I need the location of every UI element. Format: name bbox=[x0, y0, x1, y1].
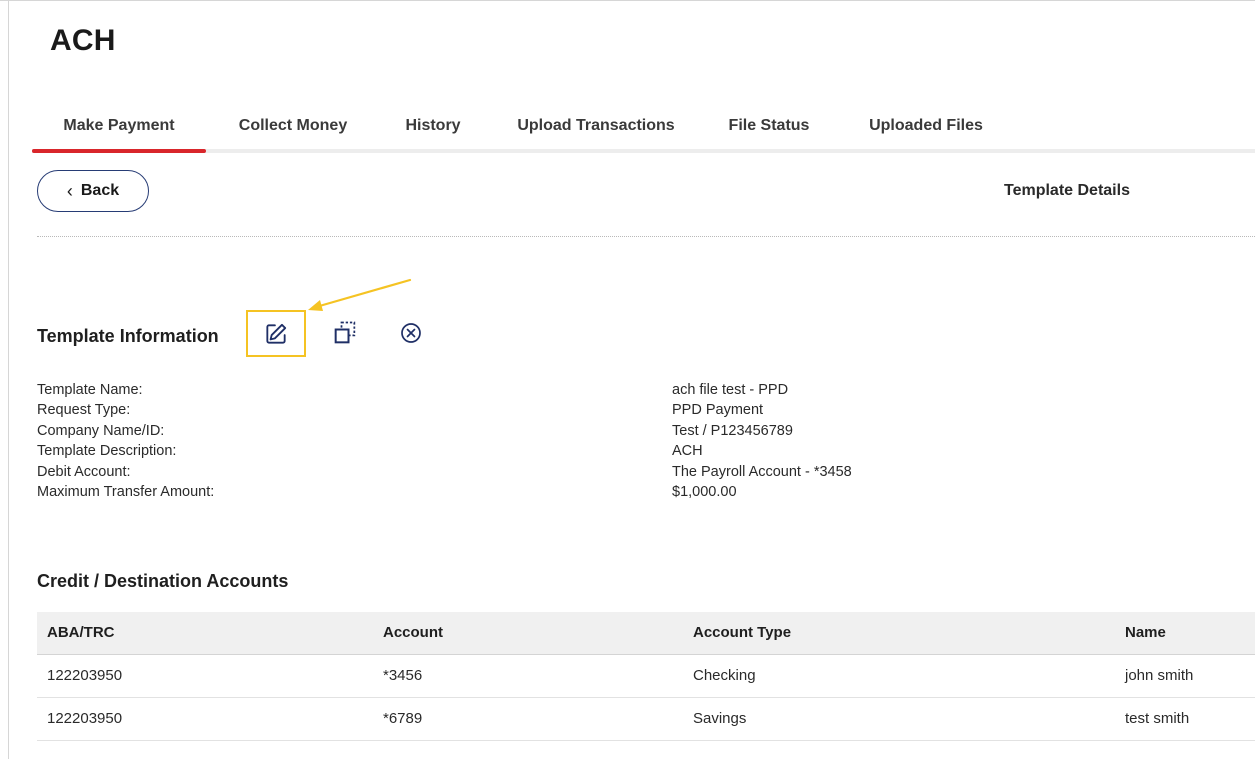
tab-uploaded-files[interactable]: Uploaded Files bbox=[856, 108, 996, 148]
field-value: The Payroll Account - *3458 bbox=[672, 463, 852, 480]
destination-accounts-table: ABA/TRC Account Account Type Name 122203… bbox=[37, 612, 1255, 741]
back-button-label: Back bbox=[80, 182, 120, 199]
tab-rail bbox=[32, 149, 1255, 153]
field-value: ACH bbox=[672, 443, 703, 460]
table-header: ABA/TRC Account Account Type Name bbox=[37, 612, 1255, 655]
info-row: Request Type: PPD Payment bbox=[37, 402, 1137, 422]
cell-name: test smith bbox=[1125, 710, 1190, 727]
copy-template-button[interactable] bbox=[328, 316, 362, 350]
field-label: Company Name/ID: bbox=[37, 422, 165, 439]
info-row: Maximum Transfer Amount: $1,000.00 bbox=[37, 484, 1137, 504]
active-tab-indicator bbox=[32, 149, 206, 153]
annotation-arrow bbox=[308, 278, 412, 311]
tab-upload-transactions[interactable]: Upload Transactions bbox=[506, 108, 686, 148]
section-divider bbox=[37, 236, 1255, 237]
column-header-name: Name bbox=[1125, 624, 1166, 641]
field-label: Debit Account: bbox=[37, 463, 131, 480]
cell-account-type: Checking bbox=[693, 667, 756, 684]
page-title: ACH bbox=[50, 24, 116, 57]
cell-account: *6789 bbox=[383, 710, 423, 727]
template-details-label: Template Details bbox=[1004, 182, 1130, 199]
field-label: Request Type: bbox=[37, 402, 131, 419]
info-row: Template Description: ACH bbox=[37, 443, 1137, 463]
chevron-left-icon: ‹ bbox=[66, 181, 73, 201]
tab-file-status[interactable]: File Status bbox=[714, 108, 824, 148]
column-header-account: Account bbox=[383, 624, 443, 641]
template-information-title: Template Information bbox=[37, 326, 219, 346]
tab-make-payment[interactable]: Make Payment bbox=[32, 108, 206, 148]
field-label: Template Name: bbox=[37, 382, 143, 398]
cell-aba: 122203950 bbox=[47, 667, 123, 684]
destination-accounts-title: Credit / Destination Accounts bbox=[37, 571, 289, 591]
info-row: Template Name: ach file test - PPD bbox=[37, 382, 1137, 402]
field-value: $1,000.00 bbox=[672, 483, 737, 500]
cell-aba: 122203950 bbox=[47, 710, 123, 727]
tab-collect-money[interactable]: Collect Money bbox=[222, 108, 364, 148]
frame-top-border bbox=[0, 0, 1255, 1]
info-row: Debit Account: The Payroll Account - *34… bbox=[37, 464, 1137, 484]
cell-account-type: Savings bbox=[693, 710, 747, 727]
field-label: Template Description: bbox=[37, 443, 177, 460]
table-row: 122203950 *3456 Checking john smith bbox=[37, 655, 1255, 698]
cancel-circle-icon bbox=[401, 323, 421, 343]
tab-history[interactable]: History bbox=[388, 108, 478, 148]
column-header-aba: ABA/TRC bbox=[47, 624, 115, 641]
table-row: 122203950 *6789 Savings test smith bbox=[37, 698, 1255, 741]
delete-template-button[interactable] bbox=[394, 316, 428, 350]
field-value: PPD Payment bbox=[672, 402, 764, 419]
cell-account: *3456 bbox=[383, 667, 423, 684]
cell-name: john smith bbox=[1125, 667, 1194, 684]
field-value: Test / P123456789 bbox=[672, 422, 793, 439]
field-label: Maximum Transfer Amount: bbox=[37, 483, 215, 500]
copy-icon bbox=[334, 321, 356, 344]
field-value: ach file test - PPD bbox=[672, 382, 789, 398]
back-button[interactable]: ‹ Back bbox=[37, 170, 149, 212]
column-header-account-type: Account Type bbox=[693, 624, 792, 641]
info-row: Company Name/ID: Test / P123456789 bbox=[37, 423, 1137, 443]
template-info-list: Template Name: ach file test - PPD Reque… bbox=[37, 382, 1137, 504]
frame-left-border bbox=[8, 0, 9, 759]
edit-icon bbox=[266, 323, 287, 344]
tab-bar: Make Payment Collect Money History Uploa… bbox=[32, 108, 1255, 156]
edit-template-button[interactable] bbox=[246, 310, 306, 357]
